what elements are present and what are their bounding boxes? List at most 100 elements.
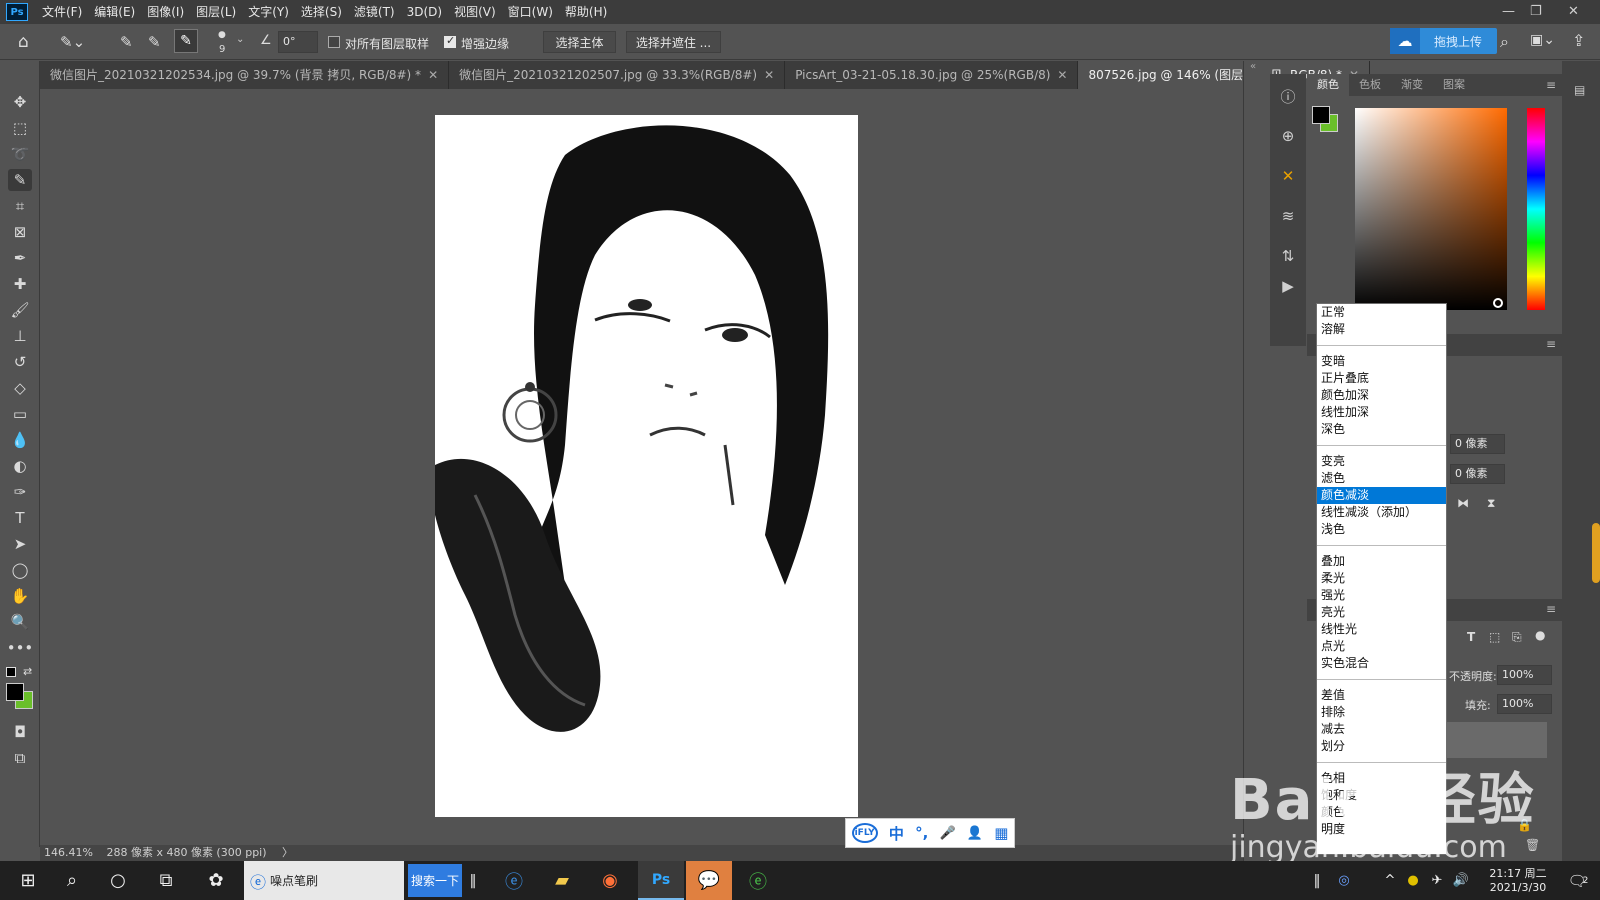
blend-option[interactable]: 线性光 [1317, 621, 1446, 638]
sample-all-layers-checkbox[interactable] [328, 36, 340, 48]
workspace-icon[interactable]: ▣⌄ [1530, 32, 1555, 48]
zoom-level[interactable]: 146.41% [44, 846, 93, 859]
wechat-icon[interactable]: 💬 [686, 861, 732, 900]
clock[interactable]: 21:17 周二 2021/3/30 [1478, 861, 1558, 900]
filter-toggle-icon[interactable]: ● [1535, 628, 1545, 642]
info-icon[interactable]: ⓘ [1276, 84, 1300, 108]
blend-option[interactable]: 滤色 [1317, 470, 1446, 487]
blend-option[interactable]: 减去 [1317, 721, 1446, 738]
menu-layer[interactable]: 图层(L) [190, 0, 242, 24]
pinwheel-app-icon[interactable]: ✿ [196, 861, 236, 900]
status-arrow-icon[interactable]: 〉 [282, 846, 293, 859]
tray-app-icon[interactable]: ● [1402, 861, 1424, 900]
select-and-mask-button[interactable]: 选择并遮住 ... [626, 31, 721, 53]
blend-option[interactable]: 实色混合 [1317, 655, 1446, 672]
marquee-tool-icon[interactable]: ⬚ [8, 117, 32, 139]
new-selection-icon[interactable]: ✎ [120, 33, 133, 51]
add-selection-icon[interactable]: ✎ [148, 33, 161, 51]
browser-green-icon[interactable]: ⓔ [738, 861, 778, 900]
opacity-field[interactable]: 100% [1497, 665, 1552, 685]
brush-tool-icon[interactable]: 🖌 [8, 299, 32, 321]
blend-option[interactable]: 正常 [1317, 304, 1446, 321]
photoshop-taskbar-icon[interactable]: Ps [638, 861, 684, 900]
volume-icon[interactable]: 🔊 [1450, 861, 1472, 900]
brush-dropdown-icon[interactable]: ⌄ [236, 34, 244, 45]
frame-tool-icon[interactable]: ⊠ [8, 221, 32, 243]
blend-option[interactable]: 线性加深 [1317, 404, 1446, 421]
tray-expand-icon[interactable]: ^ [1380, 861, 1400, 900]
tab-swatches[interactable]: 色板 [1349, 74, 1391, 96]
layer-row-selected[interactable] [1447, 722, 1547, 758]
fill-field[interactable]: 100% [1497, 694, 1552, 714]
shape-filter-icon[interactable]: ⬚ [1489, 630, 1500, 644]
blend-option[interactable]: 溶解 [1317, 321, 1446, 338]
blend-option[interactable]: 划分 [1317, 738, 1446, 755]
tab-doc-1[interactable]: 微信图片_20210321202534.jpg @ 39.7% (背景 拷贝, … [40, 61, 450, 89]
crop-tool-icon[interactable]: ⌗ [8, 195, 32, 217]
layers-menu-icon[interactable]: ≡ [1546, 602, 1556, 616]
minimize-icon[interactable]: — [1502, 4, 1515, 19]
notification-icon[interactable]: 🗨 2 [1560, 861, 1596, 900]
restore-icon[interactable]: ❐ [1530, 4, 1542, 19]
blend-option[interactable]: 线性减淡（添加） [1317, 504, 1446, 521]
collapse-icon[interactable]: « [1250, 61, 1256, 72]
lasso-tool-icon[interactable]: ➰ [8, 143, 32, 165]
subtract-selection-icon[interactable]: ✎ [174, 29, 198, 53]
path-select-tool-icon[interactable]: ➤ [8, 533, 32, 555]
search-go-button[interactable]: 搜索一下 [408, 864, 462, 897]
dodge-tool-icon[interactable]: ◐ [8, 455, 32, 477]
tools-cross-icon[interactable]: ✕ [1276, 164, 1300, 188]
navigator-icon[interactable]: ⊕ [1276, 124, 1300, 148]
eyedropper-tool-icon[interactable]: ✒ [8, 247, 32, 269]
ime-voice-icon[interactable]: 🎤 [939, 826, 955, 841]
gradient-tool-icon[interactable]: ▭ [8, 403, 32, 425]
blend-option[interactable]: 颜色加深 [1317, 387, 1446, 404]
history-icon[interactable]: ⇅ [1276, 244, 1300, 268]
more-tools-icon[interactable]: ••• [7, 637, 34, 659]
swap-colors-icon[interactable]: ⇄ [23, 665, 32, 678]
home-icon[interactable]: ⌂ [18, 32, 29, 52]
blend-option[interactable]: 排除 [1317, 704, 1446, 721]
start-windows-icon[interactable]: ⊞ [8, 861, 48, 900]
hand-tool-icon[interactable]: ✋ [8, 585, 32, 607]
blend-option[interactable]: 浅色 [1317, 521, 1446, 538]
blend-option[interactable]: 点光 [1317, 638, 1446, 655]
close-tab-icon[interactable]: ✕ [1057, 68, 1067, 82]
search-icon[interactable]: ⌕ [1500, 32, 1509, 52]
menu-type[interactable]: 文字(Y) [242, 0, 295, 24]
menu-filter[interactable]: 滤镜(T) [348, 0, 401, 24]
ifly-logo-icon[interactable]: iFLY [851, 823, 878, 843]
ime-apps-icon[interactable]: ▦ [994, 824, 1008, 842]
quick-select-tool-icon[interactable]: ✎ [8, 169, 32, 191]
angle-field[interactable]: 0° [278, 31, 318, 53]
ime-user-icon[interactable]: 👤 [967, 826, 983, 841]
side-scroll-handle[interactable] [1592, 523, 1600, 583]
document-canvas[interactable] [435, 115, 858, 817]
blend-option[interactable]: 叠加 [1317, 553, 1446, 570]
network-icon[interactable]: ✈ [1426, 861, 1448, 900]
tab-doc-2[interactable]: 微信图片_20210321202507.jpg @ 33.3%(RGB/8#) ✕ [449, 61, 786, 89]
ifly-tray-icon[interactable]: ◎ [1330, 861, 1358, 900]
quick-mask-icon[interactable]: ◘ [8, 721, 32, 743]
menu-view[interactable]: 视图(V) [448, 0, 502, 24]
px-field-1[interactable]: 0 像素 [1450, 434, 1505, 454]
flip-vertical-icon[interactable]: ⧗ [1487, 496, 1495, 511]
ellipse-tool-icon[interactable]: ◯ [8, 559, 32, 581]
properties-menu-icon[interactable]: ≡ [1546, 337, 1556, 351]
smart-filter-icon[interactable]: ⎘ [1512, 630, 1522, 645]
blend-option-selected[interactable]: 颜色减淡 [1317, 487, 1446, 504]
cortana-icon[interactable]: ○ [98, 861, 138, 900]
default-colors-icon[interactable] [6, 667, 16, 677]
tab-color[interactable]: 颜色 [1307, 74, 1349, 96]
blend-option[interactable]: 深色 [1317, 421, 1446, 438]
task-view-icon[interactable]: ⧉ [146, 861, 186, 900]
share-icon[interactable]: ⇪ [1572, 31, 1585, 50]
menu-file[interactable]: 文件(F) [36, 0, 88, 24]
flip-horizontal-icon[interactable]: ⧓ [1457, 496, 1469, 510]
brush-size[interactable]: 9 [219, 44, 225, 55]
firefox-icon[interactable]: ◉ [590, 861, 630, 900]
file-explorer-icon[interactable]: ▰ [542, 861, 582, 900]
foreground-color-swatch[interactable] [6, 683, 24, 701]
blend-option[interactable]: 变暗 [1317, 353, 1446, 370]
blur-tool-icon[interactable]: 💧 [8, 429, 32, 451]
